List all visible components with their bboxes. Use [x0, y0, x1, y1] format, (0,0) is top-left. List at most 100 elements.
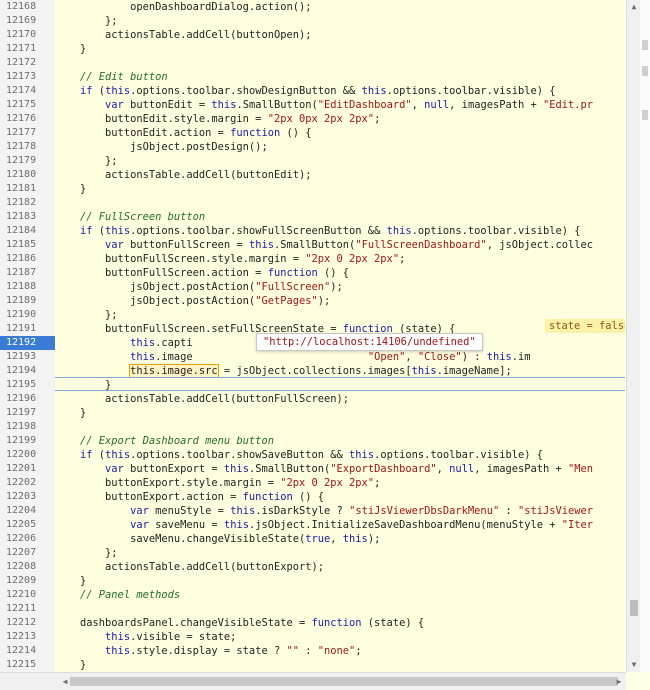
- code-line[interactable]: var saveMenu = this.jsObject.InitializeS…: [55, 518, 593, 532]
- code-area[interactable]: } this.style.display = state ? "" : "non…: [55, 0, 625, 672]
- code-line[interactable]: jsObject.postDesign();: [55, 140, 268, 154]
- code-line[interactable]: // Panel methods: [55, 588, 180, 602]
- code-line[interactable]: saveMenu.changeVisibleState(true, this);: [55, 532, 380, 546]
- code-line[interactable]: buttonEdit.action = function () {: [55, 126, 311, 140]
- code-line[interactable]: // Edit button: [55, 70, 168, 84]
- line-number[interactable]: 12176: [0, 112, 56, 126]
- code-line[interactable]: // Export Dashboard menu button: [55, 434, 274, 448]
- line-number[interactable]: 12170: [0, 28, 56, 42]
- code-editor[interactable]: 12168 12169 12170 12171 12172 12173 12174 12175…: [0, 0, 650, 690]
- arrow-right-icon[interactable]: ▶: [612, 675, 626, 689]
- line-number[interactable]: 12196: [0, 392, 56, 406]
- line-number[interactable]: 12211: [0, 602, 56, 616]
- code-line[interactable]: buttonExport.style.margin = "2px 0 2px 2…: [55, 476, 380, 490]
- breakpoint-line-number[interactable]: 12192: [0, 336, 64, 350]
- line-number[interactable]: 12175: [0, 98, 56, 112]
- code-line[interactable]: if (this.options.toolbar.showFullScreenB…: [55, 224, 580, 238]
- vertical-scrollbar[interactable]: ▲ ▼: [626, 0, 641, 672]
- line-number[interactable]: 12178: [0, 140, 56, 154]
- line-number[interactable]: 12186: [0, 252, 56, 266]
- line-number[interactable]: 12202: [0, 476, 56, 490]
- code-line[interactable]: openDashboardDialog.action();: [55, 0, 311, 14]
- line-number[interactable]: 12168: [0, 0, 56, 14]
- line-number[interactable]: 12207: [0, 546, 56, 560]
- line-number[interactable]: 12193: [0, 350, 56, 364]
- arrow-up-icon[interactable]: ▲: [627, 0, 641, 14]
- line-number[interactable]: 12180: [0, 168, 56, 182]
- arrow-down-icon[interactable]: ▼: [627, 658, 641, 672]
- line-number[interactable]: 12197: [0, 406, 56, 420]
- code-line[interactable]: };: [55, 546, 118, 560]
- line-number[interactable]: 12173: [0, 70, 56, 84]
- code-line[interactable]: this.capti: [55, 336, 193, 350]
- line-number[interactable]: 12184: [0, 224, 56, 238]
- code-line[interactable]: buttonFullScreen.style.margin = "2px 0 2…: [55, 252, 405, 266]
- line-number[interactable]: 12182: [0, 196, 56, 210]
- line-number[interactable]: 12191: [0, 322, 56, 336]
- code-line[interactable]: buttonFullScreen.action = function () {: [55, 266, 349, 280]
- code-line[interactable]: jsObject.postAction("GetPages");: [55, 294, 330, 308]
- code-line[interactable]: dashboardsPanel.changeVisibleState = fun…: [55, 616, 424, 630]
- code-line[interactable]: actionsTable.addCell(buttonFullScreen);: [55, 392, 349, 406]
- code-line[interactable]: }: [55, 42, 86, 56]
- code-line[interactable]: }: [55, 406, 86, 420]
- line-number[interactable]: 12213: [0, 630, 56, 644]
- line-number[interactable]: 12183: [0, 210, 56, 224]
- line-number[interactable]: 12199: [0, 434, 56, 448]
- line-number[interactable]: 12181: [0, 182, 56, 196]
- code-line[interactable]: buttonExport.action = function () {: [55, 490, 324, 504]
- line-number[interactable]: 12179: [0, 154, 56, 168]
- line-number[interactable]: 12215: [0, 658, 56, 672]
- line-number[interactable]: 12171: [0, 42, 56, 56]
- code-line[interactable]: var menuStyle = this.isDarkStyle ? "stiJ…: [55, 504, 593, 518]
- code-line[interactable]: if (this.options.toolbar.showSaveButton …: [55, 448, 543, 462]
- code-line[interactable]: this.image.src = jsObject.collections.im…: [55, 364, 512, 378]
- line-number[interactable]: 12214: [0, 644, 56, 658]
- line-number[interactable]: 12201: [0, 462, 56, 476]
- line-number[interactable]: 12172: [0, 56, 56, 70]
- code-line[interactable]: }: [55, 658, 86, 672]
- code-line[interactable]: buttonEdit.style.margin = "2px 0px 2px 2…: [55, 112, 380, 126]
- line-number[interactable]: 12190: [0, 308, 56, 322]
- code-line[interactable]: this.visible = state;: [55, 630, 236, 644]
- line-number[interactable]: 12195: [0, 378, 56, 392]
- line-number[interactable]: 12189: [0, 294, 56, 308]
- code-line[interactable]: var buttonFullScreen = this.SmallButton(…: [55, 238, 593, 252]
- code-line[interactable]: actionsTable.addCell(buttonExport);: [55, 560, 324, 574]
- line-number[interactable]: 12204: [0, 504, 56, 518]
- line-number[interactable]: 12174: [0, 84, 56, 98]
- line-number[interactable]: 12177: [0, 126, 56, 140]
- code-line[interactable]: };: [55, 308, 118, 322]
- code-line[interactable]: };: [55, 154, 118, 168]
- code-line[interactable]: this.image "Open", "Close") : this.im: [55, 350, 530, 364]
- line-number[interactable]: 12187: [0, 266, 56, 280]
- code-line[interactable]: this.style.display = state ? "" : "none"…: [55, 644, 362, 658]
- vertical-scroll-thumb[interactable]: [630, 600, 638, 616]
- line-number[interactable]: 12169: [0, 14, 56, 28]
- code-line[interactable]: jsObject.postAction("FullScreen");: [55, 280, 343, 294]
- code-line[interactable]: actionsTable.addCell(buttonOpen);: [55, 28, 311, 42]
- code-line[interactable]: // FullScreen button: [55, 210, 205, 224]
- code-line[interactable]: actionsTable.addCell(buttonEdit);: [55, 168, 311, 182]
- line-number[interactable]: 12198: [0, 420, 56, 434]
- line-number[interactable]: 12185: [0, 238, 56, 252]
- line-number[interactable]: 12210: [0, 588, 56, 602]
- code-line[interactable]: var buttonEdit = this.SmallButton("EditD…: [55, 98, 593, 112]
- code-line[interactable]: var buttonExport = this.SmallButton("Exp…: [55, 462, 593, 476]
- line-number[interactable]: 12188: [0, 280, 56, 294]
- line-number[interactable]: 12208: [0, 560, 56, 574]
- line-number[interactable]: 12205: [0, 518, 56, 532]
- line-number[interactable]: 12212: [0, 616, 56, 630]
- line-number[interactable]: 12203: [0, 490, 56, 504]
- line-number-gutter[interactable]: 12168 12169 12170 12171 12172 12173 12174 12175…: [0, 0, 64, 684]
- line-number[interactable]: 12206: [0, 532, 56, 546]
- line-number[interactable]: 12209: [0, 574, 56, 588]
- horizontal-scrollbar[interactable]: ◀ ▶: [0, 672, 626, 690]
- line-number[interactable]: 12194: [0, 364, 56, 378]
- code-line[interactable]: if (this.options.toolbar.showDesignButto…: [55, 84, 555, 98]
- code-line[interactable]: }: [55, 574, 86, 588]
- horizontal-scroll-thumb[interactable]: [70, 677, 618, 686]
- line-number[interactable]: 12200: [0, 448, 56, 462]
- code-line[interactable]: };: [55, 14, 118, 28]
- code-line[interactable]: }: [55, 182, 86, 196]
